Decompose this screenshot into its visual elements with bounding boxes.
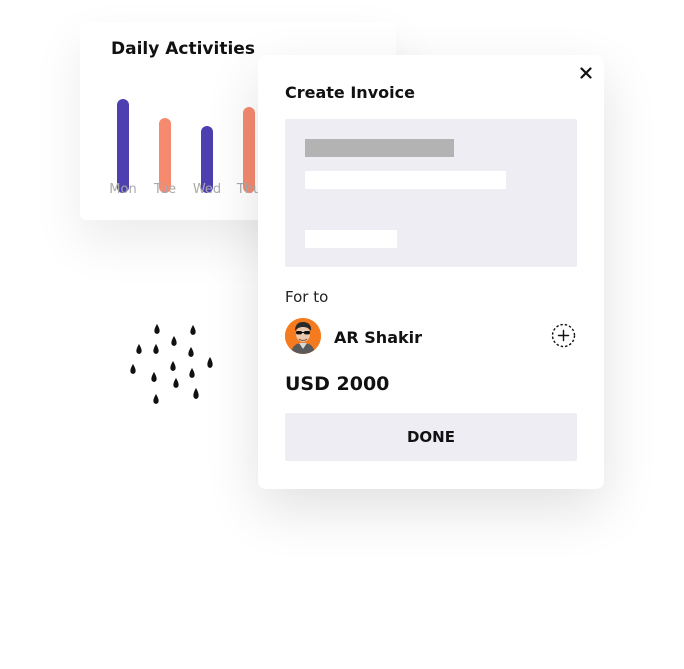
- bar-column-mon: Mon: [103, 76, 143, 206]
- customer-name: AR Shakir: [334, 328, 422, 347]
- create-invoice-dialog: Create Invoice For to AR Shakir USD 2000…: [258, 55, 604, 489]
- bar-mon: [117, 99, 129, 193]
- bar-column-wed: Wed: [187, 76, 227, 206]
- for-to-label: For to: [285, 288, 329, 306]
- bar-thu: [243, 107, 255, 193]
- placeholder-line-footer: [305, 230, 397, 248]
- bar-label-wed: Wed: [192, 182, 222, 197]
- close-button[interactable]: [576, 63, 596, 83]
- customer-avatar: [285, 318, 321, 354]
- close-icon: [580, 67, 592, 79]
- bar-label-mon: Mon: [109, 182, 137, 197]
- bar-column-tue: Tue: [145, 76, 185, 206]
- placeholder-line-heading: [305, 139, 454, 157]
- invoice-preview-placeholder: [285, 119, 577, 267]
- add-recipient-button[interactable]: [551, 323, 576, 348]
- add-circle-icon: [551, 323, 576, 348]
- done-button[interactable]: DONE: [285, 413, 577, 461]
- drops-decoration: [130, 324, 213, 404]
- invoice-amount: USD 2000: [285, 373, 390, 395]
- placeholder-line-body: [305, 171, 506, 189]
- bar-label-tue: Tue: [153, 182, 177, 197]
- person-avatar-icon: [285, 318, 321, 354]
- invoice-title: Create Invoice: [285, 83, 415, 102]
